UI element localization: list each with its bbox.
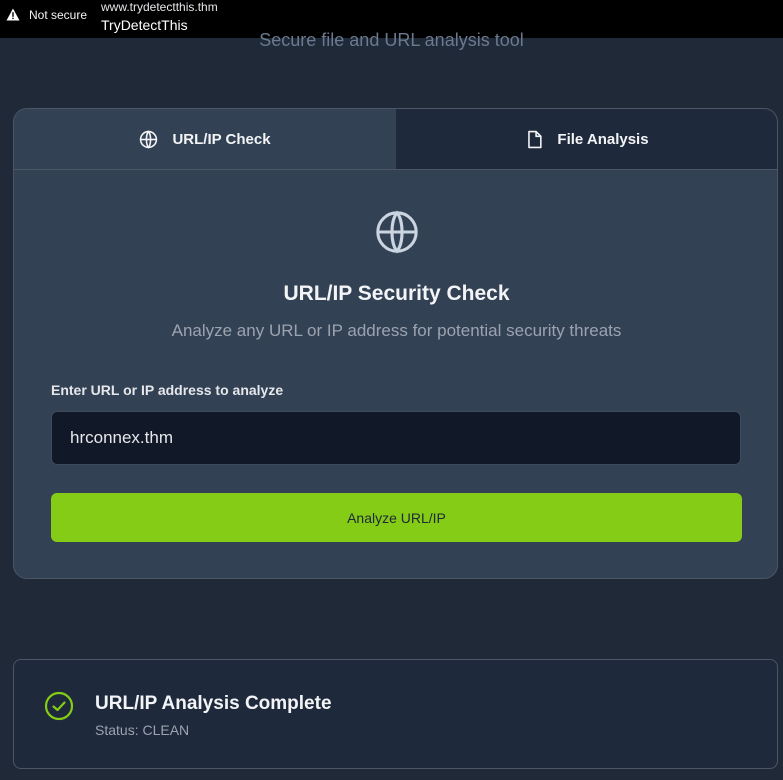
section-description: Analyze any URL or IP address for potent…: [171, 321, 622, 340]
section-title: URL/IP Security Check: [283, 282, 510, 305]
page: Not secure www.trydetectthis.thm TryDete…: [0, 0, 783, 780]
analysis-card: URL/IP Check File Analysis URL/IP Securi…: [13, 108, 778, 579]
tab-url-ip-check-label: URL/IP Check: [172, 130, 271, 148]
page-subtitle: Secure file and URL analysis tool: [259, 30, 524, 50]
tab-file-analysis-label: File Analysis: [557, 130, 649, 148]
result-card: URL/IP Analysis Complete Status: CLEAN: [13, 659, 778, 769]
analyze-button[interactable]: Analyze URL/IP: [51, 493, 742, 542]
result-title: URL/IP Analysis Complete: [95, 693, 332, 714]
file-icon: [528, 130, 543, 148]
tab-file-analysis[interactable]: File Analysis: [396, 109, 777, 169]
globe-icon: [376, 210, 418, 254]
globe-icon: [140, 129, 158, 149]
security-status-label[interactable]: Not secure: [29, 8, 87, 22]
tab-url-ip-check[interactable]: URL/IP Check: [14, 109, 396, 169]
url-input[interactable]: [51, 411, 741, 465]
check-circle-icon: [44, 691, 74, 721]
tab-bar: URL/IP Check File Analysis: [14, 109, 777, 169]
warning-icon[interactable]: [6, 8, 20, 21]
result-status: Status: CLEAN: [95, 722, 190, 738]
address-bar-url[interactable]: www.trydetectthis.thm: [101, 0, 218, 14]
url-field-label: Enter URL or IP address to analyze: [51, 382, 284, 398]
tab-divider: [14, 169, 777, 170]
